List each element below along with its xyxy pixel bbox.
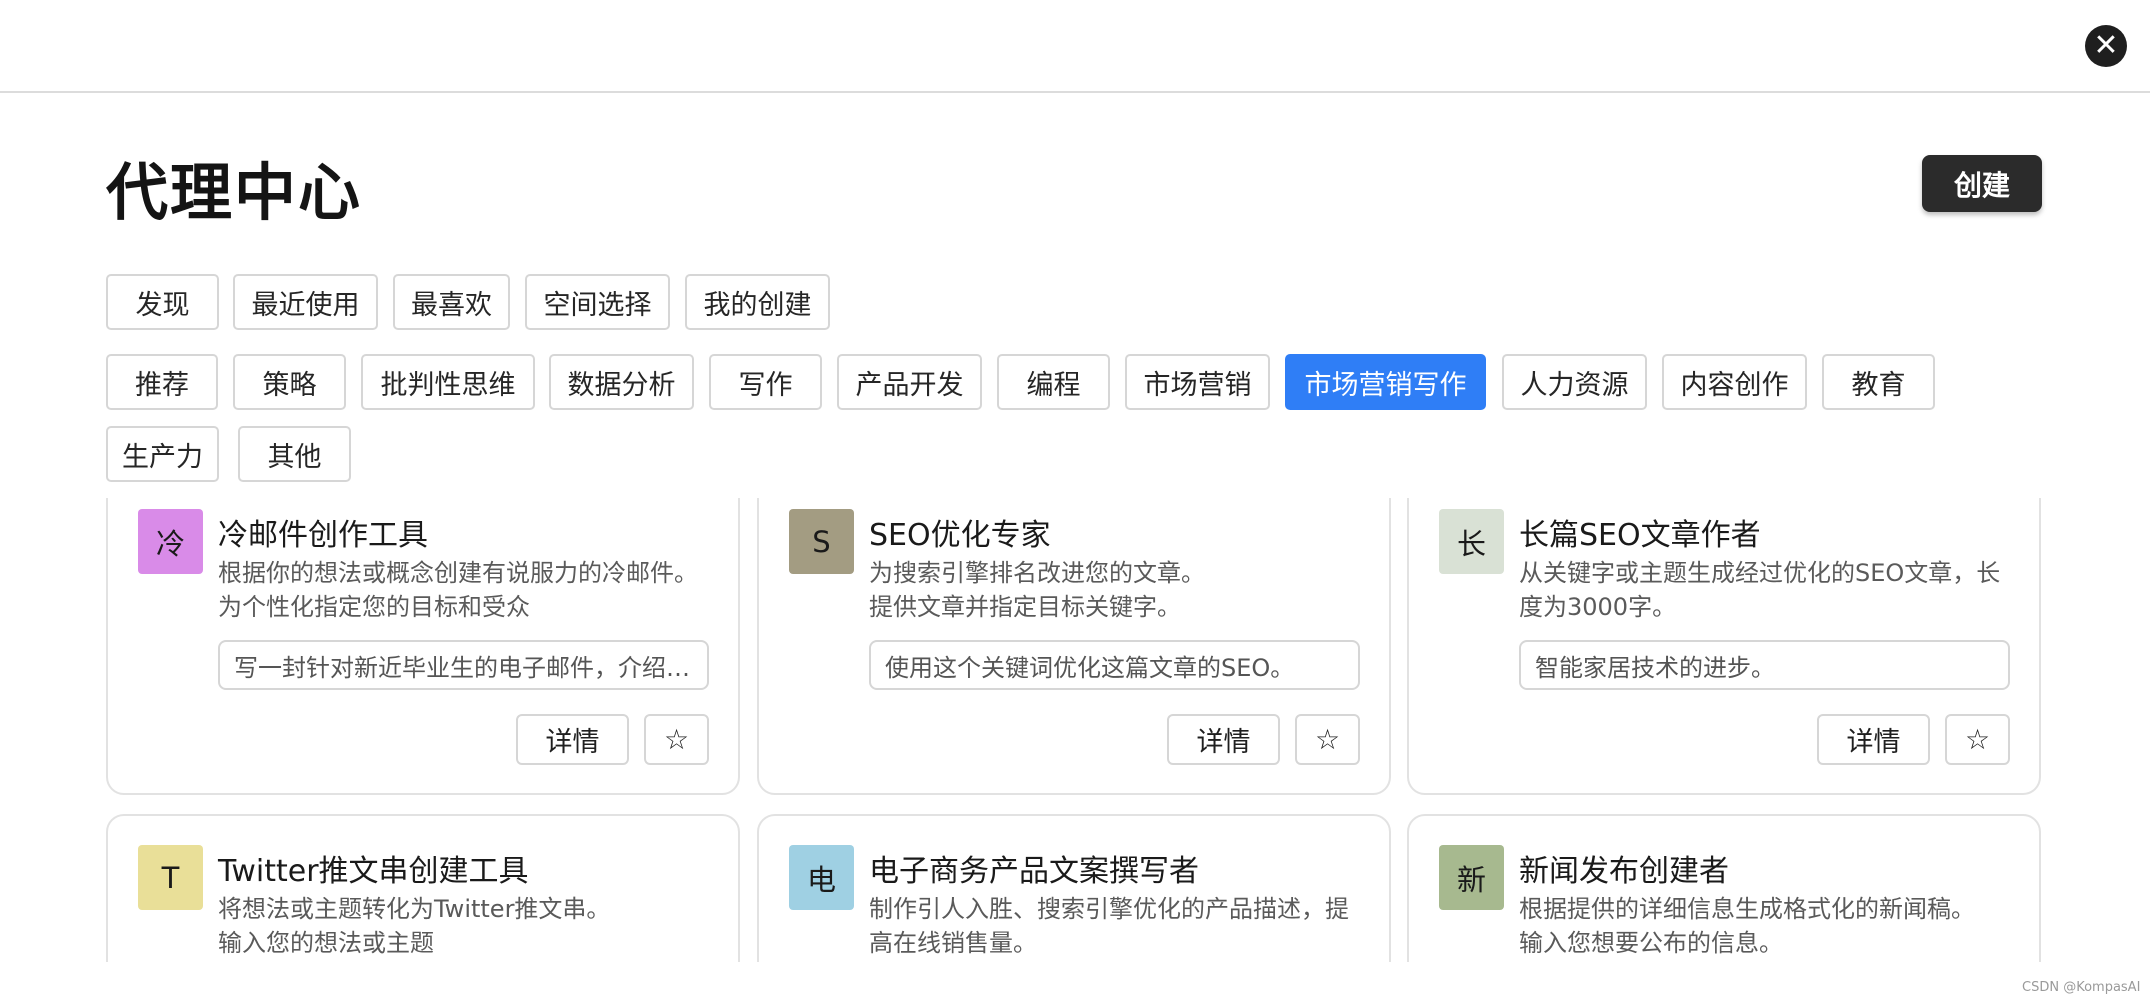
agent-card-grid: 冷 冷邮件创作工具 根据你的想法或概念创建有说服力的冷邮件。 为个性化指定您的目… — [0, 498, 2150, 962]
favorite-button[interactable]: ☆ — [644, 714, 709, 765]
agent-card-cold-email[interactable]: 冷 冷邮件创作工具 根据你的想法或概念创建有说服力的冷邮件。 为个性化指定您的目… — [106, 498, 740, 795]
seo-optimizer-avatar-icon: S — [789, 509, 854, 574]
tab-my-creations[interactable]: 我的创建 — [685, 274, 830, 330]
avatar-glyph: 新 — [1456, 862, 1486, 897]
category-programming[interactable]: 编程 — [997, 354, 1110, 410]
long-seo-writer-avatar-icon: 长 — [1439, 509, 1504, 574]
cold-email-avatar-icon: 冷 — [138, 509, 203, 574]
example-prompt-text: 智能家居技术的进步。 — [1535, 653, 1775, 682]
category-marketing-writing[interactable]: 市场营销写作 — [1285, 354, 1486, 410]
agent-card-long-seo-writer[interactable]: 长 长篇SEO文章作者 从关键字或主题生成经过优化的SEO文章，长 度为3000… — [1407, 498, 2041, 795]
tab-discover[interactable]: 发现 — [106, 274, 219, 330]
category-recommended[interactable]: 推荐 — [106, 354, 218, 410]
description-line: 输入您的想法或主题 — [218, 929, 434, 957]
category-writing[interactable]: 写作 — [709, 354, 822, 410]
category-marketing[interactable]: 市场营销 — [1125, 354, 1270, 410]
description-line: 提供文章并指定目标关键字。 — [869, 593, 1181, 621]
card-title: SEO优化专家 — [869, 518, 1051, 553]
description-line: 制作引人入胜、搜索引擎优化的产品描述，提 — [869, 895, 1349, 923]
description-line: 高在线销售量。 — [869, 929, 1037, 957]
category-other[interactable]: 其他 — [238, 426, 351, 482]
category-productivity[interactable]: 生产力 — [106, 426, 219, 482]
avatar-glyph: S — [812, 524, 831, 559]
example-prompt-text: 使用这个关键词优化这篇文章的SEO。 — [885, 653, 1295, 682]
card-title: 新闻发布创建者 — [1519, 854, 1729, 889]
example-prompt[interactable]: 使用这个关键词优化这篇文章的SEO。 — [869, 640, 1360, 690]
agent-card-press-release[interactable]: 新 新闻发布创建者 根据提供的详细信息生成格式化的新闻稿。 输入您想要公布的信息… — [1407, 814, 2041, 962]
close-icon: ✕ — [2093, 28, 2119, 63]
card-description: 将想法或主题转化为Twitter推文串。 输入您的想法或主题 — [218, 892, 708, 960]
card-description: 从关键字或主题生成经过优化的SEO文章，长 度为3000字。 — [1519, 556, 2009, 624]
category-critical-thinking[interactable]: 批判性思维 — [361, 354, 535, 410]
description-line: 输入您想要公布的信息。 — [1519, 929, 1783, 957]
avatar-glyph: 长 — [1456, 526, 1486, 561]
top-bar: ✕ — [0, 0, 2150, 93]
example-prompt[interactable]: 智能家居技术的进步。 — [1519, 640, 2010, 690]
description-line: 根据你的想法或概念创建有说服力的冷邮件。 — [218, 559, 698, 587]
category-data-analysis[interactable]: 数据分析 — [549, 354, 694, 410]
avatar-glyph: 冷 — [155, 526, 185, 561]
category-strategy[interactable]: 策略 — [233, 354, 346, 410]
card-description: 制作引人入胜、搜索引擎优化的产品描述，提 高在线销售量。 — [869, 892, 1359, 960]
card-description: 根据提供的详细信息生成格式化的新闻稿。 输入您想要公布的信息。 — [1519, 892, 2009, 960]
create-button[interactable]: 创建 — [1922, 155, 2042, 212]
card-title: Twitter推文串创建工具 — [218, 854, 529, 889]
press-release-avatar-icon: 新 — [1439, 845, 1504, 910]
close-button[interactable]: ✕ — [2085, 25, 2127, 67]
category-product-dev[interactable]: 产品开发 — [837, 354, 982, 410]
description-line: 根据提供的详细信息生成格式化的新闻稿。 — [1519, 895, 1975, 923]
agent-card-seo-optimizer[interactable]: S SEO优化专家 为搜索引擎排名改进您的文章。 提供文章并指定目标关键字。 使… — [757, 498, 1391, 795]
description-line: 从关键字或主题生成经过优化的SEO文章，长 — [1519, 559, 2001, 587]
example-prompt[interactable]: 写一封针对新近毕业生的电子邮件，介绍我们的职业辅导服务 — [218, 640, 709, 690]
watermark: CSDN @KompasAI — [2022, 980, 2141, 995]
card-title: 冷邮件创作工具 — [218, 518, 428, 553]
card-title: 长篇SEO文章作者 — [1519, 518, 1761, 553]
tab-recent[interactable]: 最近使用 — [233, 274, 378, 330]
favorite-button[interactable]: ☆ — [1945, 714, 2010, 765]
ecommerce-copy-avatar-icon: 电 — [789, 845, 854, 910]
example-prompt-text: 写一封针对新近毕业生的电子邮件，介绍我们的职业辅导服务 — [234, 653, 693, 682]
description-line: 为个性化指定您的目标和受众 — [218, 593, 530, 621]
favorite-button[interactable]: ☆ — [1295, 714, 1360, 765]
twitter-thread-avatar-icon: T — [138, 845, 203, 910]
details-button[interactable]: 详情 — [516, 714, 629, 765]
category-education[interactable]: 教育 — [1822, 354, 1935, 410]
agent-card-twitter-thread[interactable]: T Twitter推文串创建工具 将想法或主题转化为Twitter推文串。 输入… — [106, 814, 740, 962]
star-icon: ☆ — [1314, 723, 1341, 756]
agent-card-ecommerce-copy[interactable]: 电 电子商务产品文案撰写者 制作引人入胜、搜索引擎优化的产品描述，提 高在线销售… — [757, 814, 1391, 962]
avatar-glyph: 电 — [806, 862, 836, 897]
card-title: 电子商务产品文案撰写者 — [869, 854, 1199, 889]
card-description: 根据你的想法或概念创建有说服力的冷邮件。 为个性化指定您的目标和受众 — [218, 556, 708, 624]
star-icon: ☆ — [1964, 723, 1991, 756]
details-button[interactable]: 详情 — [1817, 714, 1930, 765]
tab-space-select[interactable]: 空间选择 — [525, 274, 670, 330]
card-description: 为搜索引擎排名改进您的文章。 提供文章并指定目标关键字。 — [869, 556, 1359, 624]
page-title: 代理中心 — [106, 156, 363, 229]
tab-favorites[interactable]: 最喜欢 — [393, 274, 510, 330]
description-line: 度为3000字。 — [1519, 593, 1677, 621]
category-hr[interactable]: 人力资源 — [1502, 354, 1647, 410]
details-button[interactable]: 详情 — [1167, 714, 1280, 765]
category-content-creation[interactable]: 内容创作 — [1662, 354, 1807, 410]
avatar-glyph: T — [161, 860, 180, 895]
star-icon: ☆ — [663, 723, 690, 756]
description-line: 为搜索引擎排名改进您的文章。 — [869, 559, 1205, 587]
description-line: 将想法或主题转化为Twitter推文串。 — [218, 895, 611, 923]
